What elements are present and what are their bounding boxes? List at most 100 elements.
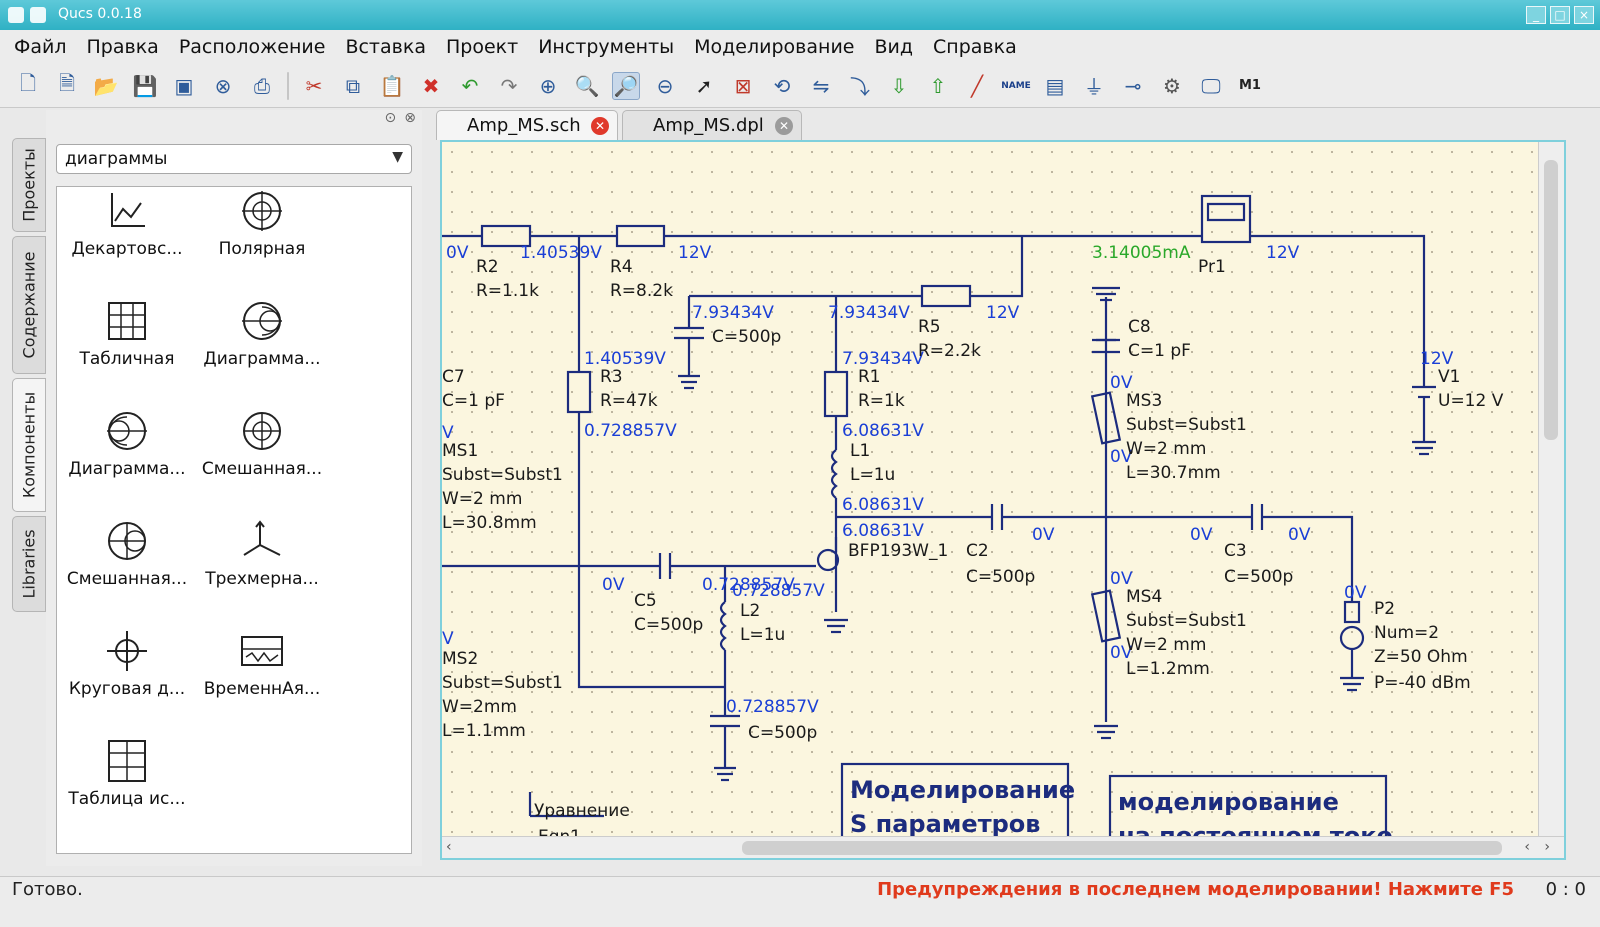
marker-icon[interactable]: M1 <box>1236 72 1264 100</box>
paste-icon[interactable]: 📋 <box>378 72 406 100</box>
redo-icon[interactable]: ↷ <box>495 72 523 100</box>
tab-libraries[interactable]: Libraries <box>12 516 46 612</box>
window-menu-icon[interactable] <box>30 7 46 23</box>
ground-icon[interactable]: ⏚ <box>1080 72 1108 100</box>
palette-item-tabular[interactable]: Табличная <box>57 297 197 397</box>
rotate-icon[interactable]: ⟲ <box>768 72 796 100</box>
voltage-label: 0.728857V <box>726 697 819 717</box>
app-icon[interactable] <box>8 7 24 23</box>
tab-projects[interactable]: Проекты <box>12 138 46 232</box>
go-into-icon[interactable]: ⤵ <box>846 72 874 100</box>
component-value: L=1u <box>850 465 895 485</box>
voltage-label: 12V <box>1420 349 1454 369</box>
tab-components[interactable]: Компоненты <box>12 378 46 512</box>
menu-project[interactable]: Проект <box>446 36 518 58</box>
minimize-button[interactable]: _ <box>1526 6 1546 24</box>
save-icon[interactable]: 💾 <box>131 72 159 100</box>
close-window-button[interactable]: × <box>1574 6 1594 24</box>
dc-sim-title[interactable]: моделирование <box>1118 788 1339 816</box>
palette-item-smith[interactable]: Диаграмма... <box>192 297 332 397</box>
palette-item-label: Трехмерна... <box>205 569 319 589</box>
horizontal-scrollbar[interactable]: ‹ ‹ › <box>442 836 1564 858</box>
tab-amp-ms-sch[interactable]: Amp_MS.sch ✕ <box>436 110 618 140</box>
menu-tools[interactable]: Инструменты <box>538 36 674 58</box>
menu-file[interactable]: Файл <box>14 36 67 58</box>
undo-icon[interactable]: ↶ <box>456 72 484 100</box>
schematic-view[interactable]: 0V 1.40539V 12V 7.93434V 7.93434V 12V 12… <box>440 140 1566 860</box>
close-tab-icon[interactable]: ✕ <box>591 117 609 135</box>
palette-item-timing[interactable]: ВременнАя... <box>192 627 332 727</box>
dock-close-icon[interactable]: ⊗ <box>404 110 416 126</box>
scroll-left-icon[interactable]: ‹ <box>446 839 452 855</box>
voltage-label: 6.08631V <box>842 421 924 441</box>
open-icon[interactable]: 📂 <box>92 72 120 100</box>
palette-item-smith-polar[interactable]: Смешанная... <box>57 517 197 617</box>
component-value: C=500p <box>748 723 817 743</box>
palette-item-3d[interactable]: Трехмерна... <box>192 517 332 617</box>
schematic-canvas[interactable]: 0V 1.40539V 12V 7.93434V 7.93434V 12V 12… <box>442 142 1538 838</box>
pop-out-icon[interactable]: ⇩ <box>885 72 913 100</box>
print-icon[interactable]: ⎙ <box>248 72 276 100</box>
equation-icon[interactable]: ▤ <box>1041 72 1069 100</box>
copy-icon[interactable]: ⧉ <box>339 72 367 100</box>
menu-simulation[interactable]: Моделирование <box>694 36 854 58</box>
sparam-sim-title[interactable]: Моделирование <box>850 776 1075 804</box>
tab-amp-ms-dpl[interactable]: Amp_MS.dpl ✕ <box>622 110 802 140</box>
component-value: C=1 pF <box>442 391 505 411</box>
component-category-select[interactable]: диаграммы ▼ <box>56 144 412 174</box>
dock-float-icon[interactable]: ⊙ <box>385 110 397 126</box>
palette-item-label: Таблица ис... <box>68 789 186 809</box>
vertical-scrollbar[interactable] <box>1538 142 1564 838</box>
voltage-label: 0.728857V <box>732 581 825 601</box>
select-icon[interactable]: ➚ <box>690 72 718 100</box>
close-icon[interactable]: ⊗ <box>209 72 237 100</box>
tab-contents[interactable]: Содержание <box>12 236 46 374</box>
name-icon[interactable]: NAME <box>1001 72 1031 100</box>
window-controls: _ □ × <box>1526 6 1594 24</box>
menu-insert[interactable]: Вставка <box>345 36 426 58</box>
palette-item-label: Диаграмма... <box>203 349 321 369</box>
voltage-label: 0V <box>1032 525 1055 545</box>
scroll-thumb[interactable] <box>1544 160 1558 440</box>
save-all-icon[interactable]: ▣ <box>170 72 198 100</box>
view-dataset-icon[interactable]: 🖵 <box>1197 72 1225 100</box>
smith-icon <box>238 297 286 345</box>
menu-help[interactable]: Справка <box>933 36 1017 58</box>
scroll-thumb[interactable] <box>742 841 1502 855</box>
palette-item-admittance[interactable]: Диаграмма... <box>57 407 197 507</box>
new-text-icon[interactable]: 🗎 <box>53 71 81 100</box>
mirror-icon[interactable]: ⇋ <box>807 72 835 100</box>
menu-positioning[interactable]: Расположение <box>179 36 326 58</box>
palette-item-cartesian[interactable]: Декартовс... <box>57 187 197 287</box>
component-palette: Декартовс... Полярная Табличная Диаграмм… <box>56 186 412 854</box>
scroll-left-icon[interactable]: ‹ <box>1524 839 1530 855</box>
component-value: R=1k <box>858 391 905 411</box>
smith-polar-icon <box>103 517 151 565</box>
wire-label-icon[interactable]: ╱ <box>963 72 991 100</box>
wire-icon[interactable]: ⇧ <box>924 72 952 100</box>
deactivate-icon[interactable]: ⊠ <box>729 72 757 100</box>
palette-item-truth-table[interactable]: Таблица ис... <box>57 737 197 837</box>
menu-edit[interactable]: Правка <box>87 36 159 58</box>
truth-table-icon <box>103 737 151 785</box>
palette-item-polar-smith[interactable]: Смешанная... <box>192 407 332 507</box>
palette-item-polar[interactable]: Полярная <box>192 187 332 287</box>
menu-view[interactable]: Вид <box>874 36 913 58</box>
port-icon[interactable]: ⊸ <box>1119 72 1147 100</box>
zoom-out-icon[interactable]: ⊖ <box>651 72 679 100</box>
equation-label[interactable]: Уравнение <box>534 801 630 821</box>
zoom-in-icon[interactable]: 🔍 <box>573 72 601 100</box>
scroll-right-icon[interactable]: › <box>1544 839 1550 855</box>
maximize-button[interactable]: □ <box>1550 6 1570 24</box>
status-text: Готово. <box>12 879 83 900</box>
close-tab-icon[interactable]: ✕ <box>775 117 793 135</box>
zoom-select-icon[interactable]: 🔎 <box>612 71 640 100</box>
simulate-icon[interactable]: ⚙ <box>1158 72 1186 100</box>
window-title: Qucs 0.0.18 <box>58 6 142 22</box>
new-file-icon[interactable]: 🗋 <box>14 71 42 100</box>
simulation-warning[interactable]: Предупреждения в последнем моделировании… <box>877 879 1514 900</box>
palette-item-locus[interactable]: Круговая д... <box>57 627 197 727</box>
cut-icon[interactable]: ✂ <box>300 72 328 100</box>
delete-icon[interactable]: ✖ <box>417 72 445 100</box>
zoom-fit-icon[interactable]: ⊕ <box>534 72 562 100</box>
